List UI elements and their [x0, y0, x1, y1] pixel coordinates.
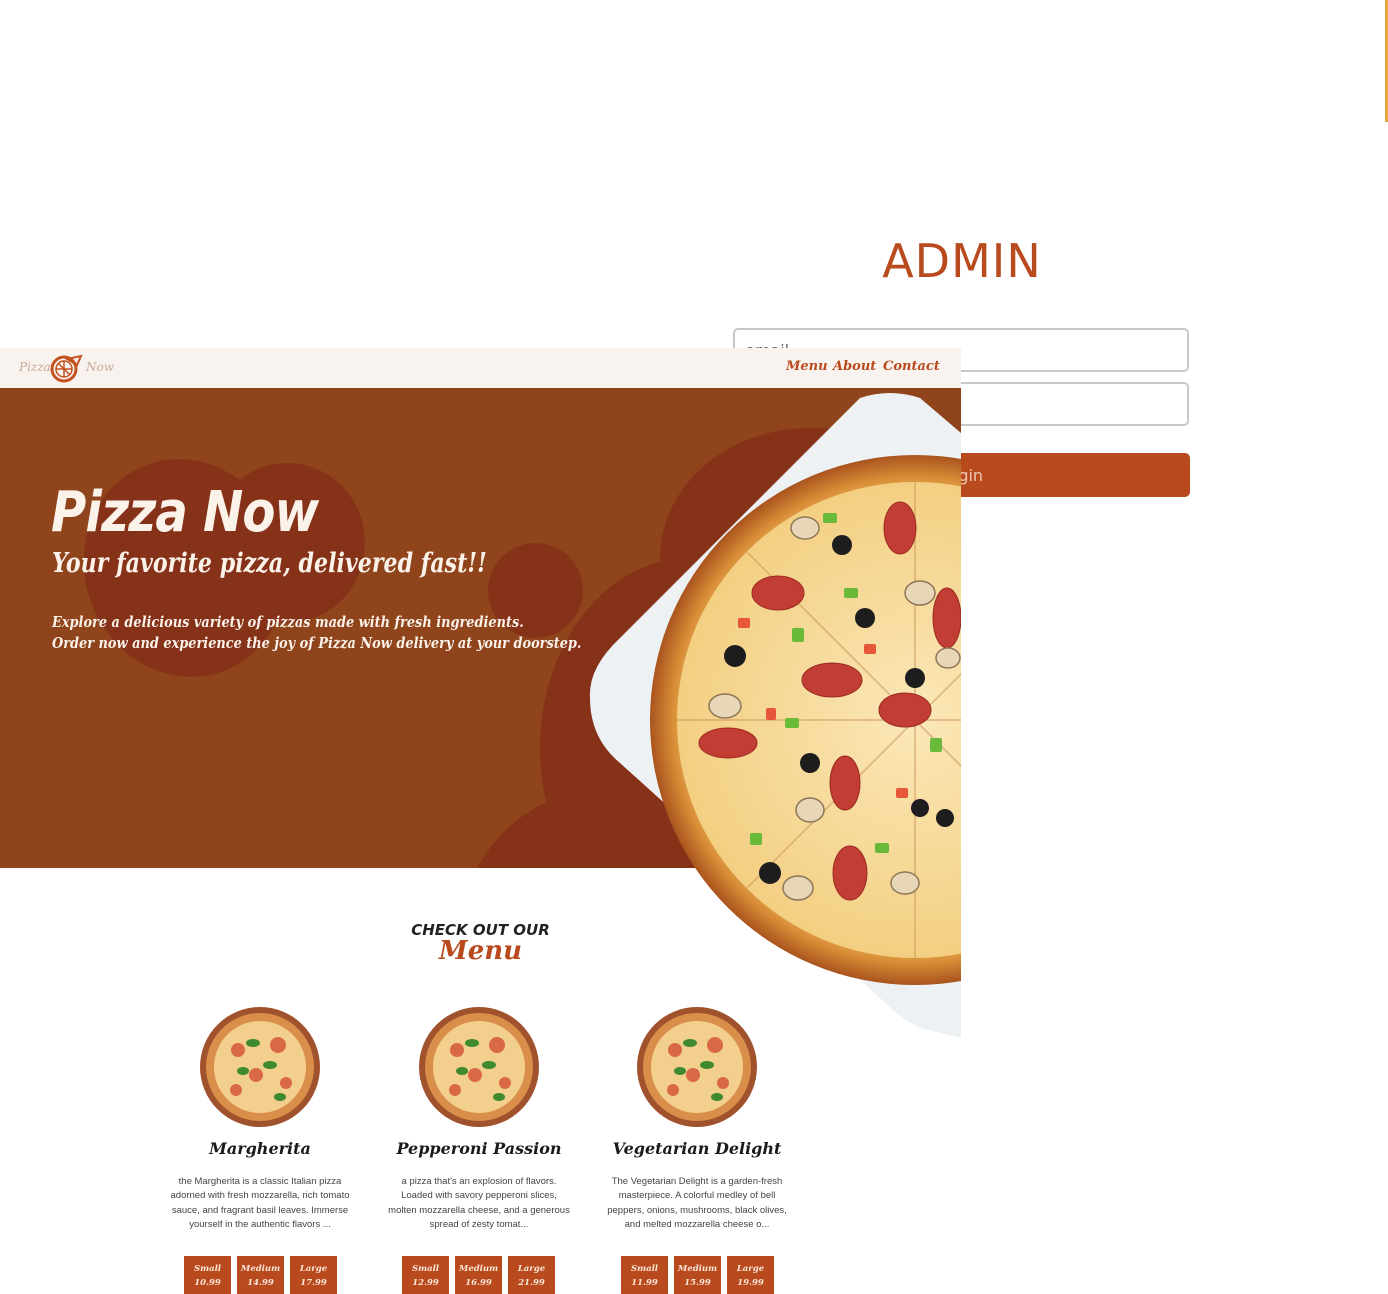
menu-card-pepperoni-passion[interactable]: Pepperoni Passion a pizza that's an expl…	[379, 1003, 579, 1294]
size-price: 10.99	[194, 1278, 221, 1288]
menu-card-vegetarian-delight[interactable]: Vegetarian Delight The Vegetarian Deligh…	[597, 1003, 797, 1294]
size-medium-button[interactable]: Medium 16.99	[455, 1256, 502, 1294]
nav-link-contact[interactable]: Contact	[883, 359, 940, 374]
nav-link-menu[interactable]: Menu	[786, 359, 828, 374]
menu-item-description: the Margherita is a classic Italian pizz…	[170, 1176, 350, 1230]
hero-line-1: Explore a delicious variety of pizzas ma…	[52, 613, 524, 631]
size-label: Medium	[458, 1264, 499, 1274]
size-price: 17.99	[300, 1278, 327, 1288]
size-label: Small	[630, 1264, 659, 1274]
size-large-button[interactable]: Large 19.99	[727, 1256, 774, 1294]
navbar: Pizza Now Menu About Contact	[0, 348, 961, 388]
size-large-button[interactable]: Large 17.99	[290, 1256, 337, 1294]
size-label: Large	[517, 1264, 546, 1274]
size-label: Small	[411, 1264, 440, 1274]
size-label: Large	[299, 1264, 328, 1274]
size-small-button[interactable]: Small 10.99	[184, 1256, 231, 1294]
size-medium-button[interactable]: Medium 14.99	[237, 1256, 284, 1294]
menu-card-margherita[interactable]: Margherita the Margherita is a classic I…	[160, 1003, 360, 1294]
size-medium-button[interactable]: Medium 15.99	[674, 1256, 721, 1294]
size-label: Large	[736, 1264, 765, 1274]
hero-subtitle: Your favorite pizza, delivered fast!!	[52, 548, 487, 579]
size-price: 12.99	[412, 1278, 439, 1288]
menu-item-description: The Vegetarian Delight is a garden-fresh…	[607, 1176, 787, 1230]
size-price: 11.99	[631, 1278, 658, 1288]
logo-text-right: Now	[86, 360, 114, 374]
size-small-button[interactable]: Small 12.99	[402, 1256, 449, 1294]
size-price: 19.99	[737, 1278, 764, 1288]
menu-item-description: a pizza that's an explosion of flavors. …	[388, 1176, 570, 1230]
size-price: 14.99	[247, 1278, 274, 1288]
vegetarian-pizza-image	[637, 1007, 757, 1127]
menu-heading: Menu	[438, 936, 523, 966]
size-label: Small	[193, 1264, 222, 1274]
pepperoni-pizza-image	[419, 1007, 539, 1127]
size-label: Medium	[677, 1264, 718, 1274]
margherita-pizza-image	[200, 1007, 320, 1127]
nav-link-about[interactable]: About	[833, 359, 876, 374]
size-large-button[interactable]: Large 21.99	[508, 1256, 555, 1294]
size-small-button[interactable]: Small 11.99	[621, 1256, 668, 1294]
menu-item-name: Margherita	[209, 1139, 311, 1158]
size-label: Medium	[240, 1264, 281, 1274]
logo-text-left: Pizza	[19, 360, 51, 374]
size-price: 15.99	[684, 1278, 711, 1288]
pizza-slice-logo-icon[interactable]	[47, 353, 83, 383]
hero-description: Explore a delicious variety of pizzas ma…	[52, 612, 581, 654]
admin-title: ADMIN	[882, 234, 1042, 288]
pizza-now-site: Pizza Now Menu About Contact Pizza Now Y…	[0, 348, 961, 1294]
hero-title: Pizza Now	[51, 480, 319, 545]
hero-line-2: Order now and experience the joy of Pizz…	[52, 634, 582, 652]
menu-item-name: Vegetarian Delight	[612, 1139, 782, 1158]
menu-item-name: Pepperoni Passion	[396, 1139, 562, 1158]
size-price: 16.99	[465, 1278, 492, 1288]
size-price: 21.99	[518, 1278, 545, 1288]
